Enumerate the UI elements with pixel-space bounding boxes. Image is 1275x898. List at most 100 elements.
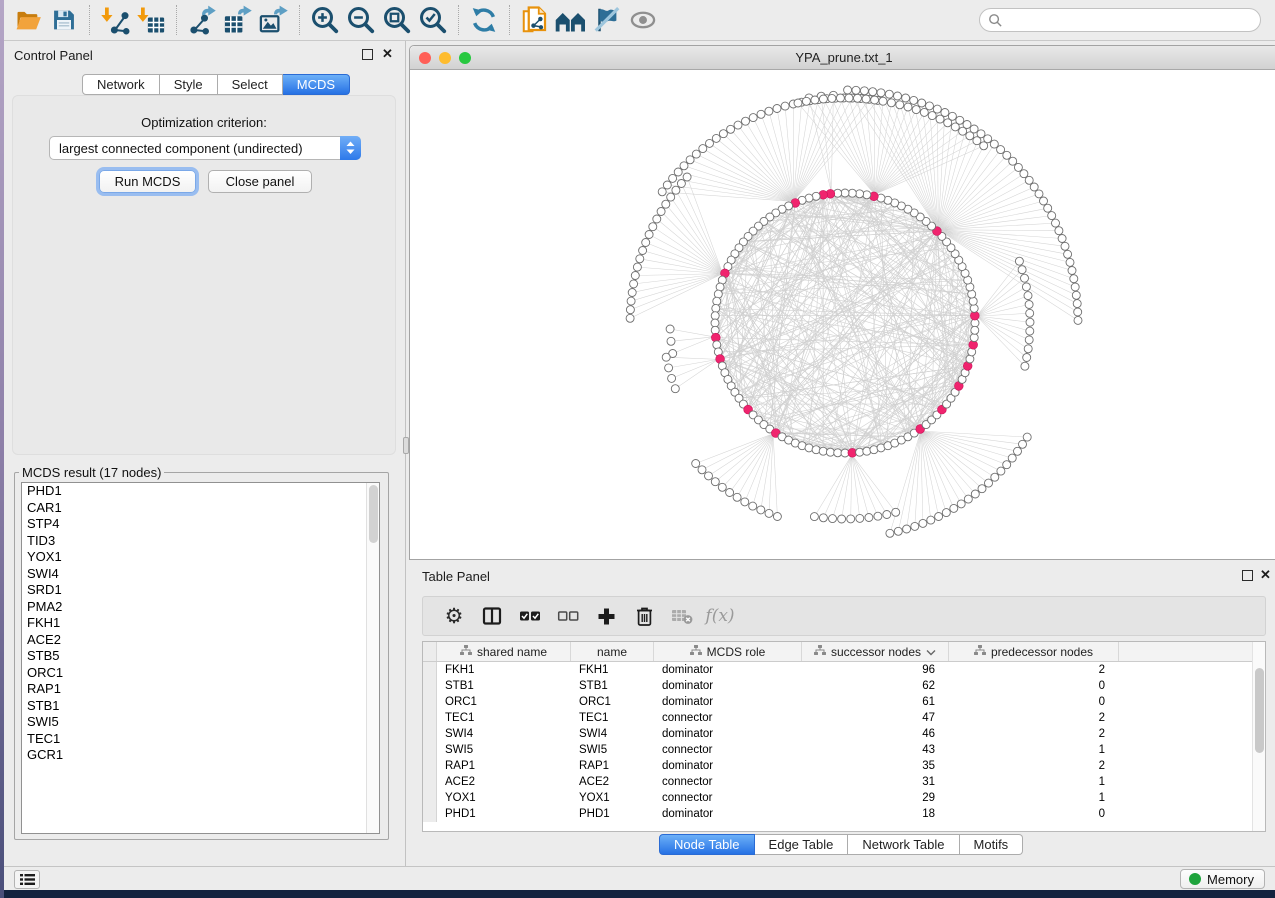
mcds-result-item[interactable]: RAP1 (22, 681, 379, 698)
first-neighbors-button[interactable] (553, 3, 589, 37)
network-graph[interactable] (410, 70, 1275, 559)
mcds-result-item[interactable]: SWI4 (22, 566, 379, 583)
cell: YOX1 (437, 792, 571, 804)
show-columns-button[interactable] (473, 600, 511, 632)
tab-style[interactable]: Style (160, 74, 218, 95)
cell: 0 (949, 696, 1119, 708)
table-row[interactable]: ACE2ACE2connector311 (423, 774, 1252, 790)
column-header-shared-name[interactable]: shared name (437, 642, 571, 661)
table-panel-close-button[interactable]: ✕ (1260, 567, 1271, 583)
window-minimize-traffic-light[interactable] (439, 52, 451, 64)
zoom-out-button[interactable] (343, 3, 379, 37)
zoom-selected-button[interactable] (415, 3, 451, 37)
mcds-list-scrollbar[interactable] (366, 483, 379, 833)
select-all-button[interactable] (511, 600, 549, 632)
mcds-result-item[interactable]: SRD1 (22, 582, 379, 599)
import-table-button[interactable] (133, 3, 169, 37)
control-panel-float-button[interactable] (362, 49, 373, 60)
export-table-button[interactable] (220, 3, 256, 37)
column-header-MCDS-role[interactable]: MCDS role (654, 642, 802, 661)
mcds-result-item[interactable]: TID3 (22, 533, 379, 550)
table-panel-float-button[interactable] (1242, 570, 1253, 581)
column-header-predecessor-nodes[interactable]: predecessor nodes (949, 642, 1119, 661)
cell: 0 (949, 808, 1119, 820)
close-panel-button[interactable]: Close panel (208, 170, 312, 193)
search-input[interactable] (1003, 10, 1260, 30)
cell: TEC1 (571, 712, 654, 724)
deselect-all-button[interactable] (549, 600, 587, 632)
export-image-button[interactable] (256, 3, 292, 37)
mcds-result-item[interactable]: ORC1 (22, 665, 379, 682)
task-history-button[interactable] (14, 870, 40, 889)
show-hidden-button[interactable] (625, 3, 661, 37)
table-settings-button[interactable]: ⚙ (435, 600, 473, 632)
add-column-button[interactable] (587, 600, 625, 632)
mcds-result-item[interactable]: SWI5 (22, 714, 379, 731)
tab-network[interactable]: Network (82, 74, 160, 95)
control-panel-close-button[interactable]: ✕ (382, 46, 393, 62)
tab-edge-table[interactable]: Edge Table (755, 834, 849, 855)
mcds-result-list[interactable]: PHD1CAR1STP4TID3YOX1SWI4SRD1PMA2FKH1ACE2… (21, 482, 380, 834)
table-row[interactable]: FKH1FKH1dominator962 (423, 662, 1252, 678)
close-panel-label: Close panel (226, 174, 295, 189)
open-file-button[interactable] (10, 3, 46, 37)
run-mcds-button[interactable]: Run MCDS (99, 170, 196, 193)
cell: 47 (802, 712, 949, 724)
zoom-fit-button[interactable] (379, 3, 415, 37)
mcds-result-item[interactable]: STB1 (22, 698, 379, 715)
mcds-result-item[interactable]: YOX1 (22, 549, 379, 566)
import-network-button[interactable] (97, 3, 133, 37)
tab-node-table[interactable]: Node Table (659, 834, 755, 855)
mcds-result-item[interactable]: FKH1 (22, 615, 379, 632)
mcds-result-item[interactable]: TEC1 (22, 731, 379, 748)
cell: 2 (949, 664, 1119, 676)
mcds-result-item[interactable]: PMA2 (22, 599, 379, 616)
refresh-view-button[interactable] (466, 3, 502, 37)
column-header-name[interactable]: name (571, 642, 654, 661)
hide-selected-button[interactable] (589, 3, 625, 37)
cell: connector (654, 792, 802, 804)
mcds-result-item[interactable]: STB5 (22, 648, 379, 665)
tab-select[interactable]: Select (218, 74, 283, 95)
share-document-button[interactable] (517, 3, 553, 37)
table-row[interactable]: STB1STB1dominator620 (423, 678, 1252, 694)
tab-motifs[interactable]: Motifs (960, 834, 1024, 855)
mcds-result-item[interactable]: GCR1 (22, 747, 379, 764)
mcds-result-item[interactable]: PHD1 (22, 483, 379, 500)
table-scrollbar[interactable] (1252, 642, 1265, 831)
table-row[interactable]: TEC1TEC1connector472 (423, 710, 1252, 726)
table-row[interactable]: RAP1RAP1dominator352 (423, 758, 1252, 774)
column-header-successor-nodes[interactable]: successor nodes (802, 642, 949, 661)
table-scrollbar-thumb[interactable] (1255, 668, 1264, 753)
table-row[interactable]: PHD1PHD1dominator180 (423, 806, 1252, 822)
tab-mcds[interactable]: MCDS (283, 74, 350, 95)
table-row[interactable]: SWI4SWI4dominator462 (423, 726, 1252, 742)
tab-network-table[interactable]: Network Table (848, 834, 959, 855)
columns-icon (482, 606, 502, 626)
network-window-titlebar[interactable]: YPA_prune.txt_1 (410, 46, 1275, 70)
table-row[interactable]: SWI5SWI5connector431 (423, 742, 1252, 758)
cell: 29 (802, 792, 949, 804)
import-table-icon (136, 5, 166, 35)
function-builder-button[interactable]: f(x) (701, 600, 739, 632)
table-row[interactable]: YOX1YOX1connector291 (423, 790, 1252, 806)
cell: STB1 (437, 680, 571, 692)
mcds-result-item[interactable]: CAR1 (22, 500, 379, 517)
control-panel-titlebar: Control Panel ✕ (4, 41, 400, 67)
memory-button[interactable]: Memory (1180, 869, 1265, 889)
network-canvas[interactable] (410, 70, 1275, 559)
cell: 46 (802, 728, 949, 740)
window-zoom-traffic-light[interactable] (459, 52, 471, 64)
window-close-traffic-light[interactable] (419, 52, 431, 64)
save-session-button[interactable] (46, 3, 82, 37)
delete-column-button[interactable] (625, 600, 663, 632)
delete-table-button[interactable] (663, 600, 701, 632)
mcds-result-item[interactable]: STP4 (22, 516, 379, 533)
table-row[interactable]: ORC1ORC1dominator610 (423, 694, 1252, 710)
mcds-result-item[interactable]: ACE2 (22, 632, 379, 649)
criterion-dropdown[interactable]: largest connected component (undirected) (49, 136, 361, 160)
app-window: Control Panel ✕ NetworkStyleSelectMCDS O… (4, 0, 1275, 890)
export-network-button[interactable] (184, 3, 220, 37)
zoom-in-button[interactable] (307, 3, 343, 37)
gear-icon: ⚙ (445, 604, 464, 629)
